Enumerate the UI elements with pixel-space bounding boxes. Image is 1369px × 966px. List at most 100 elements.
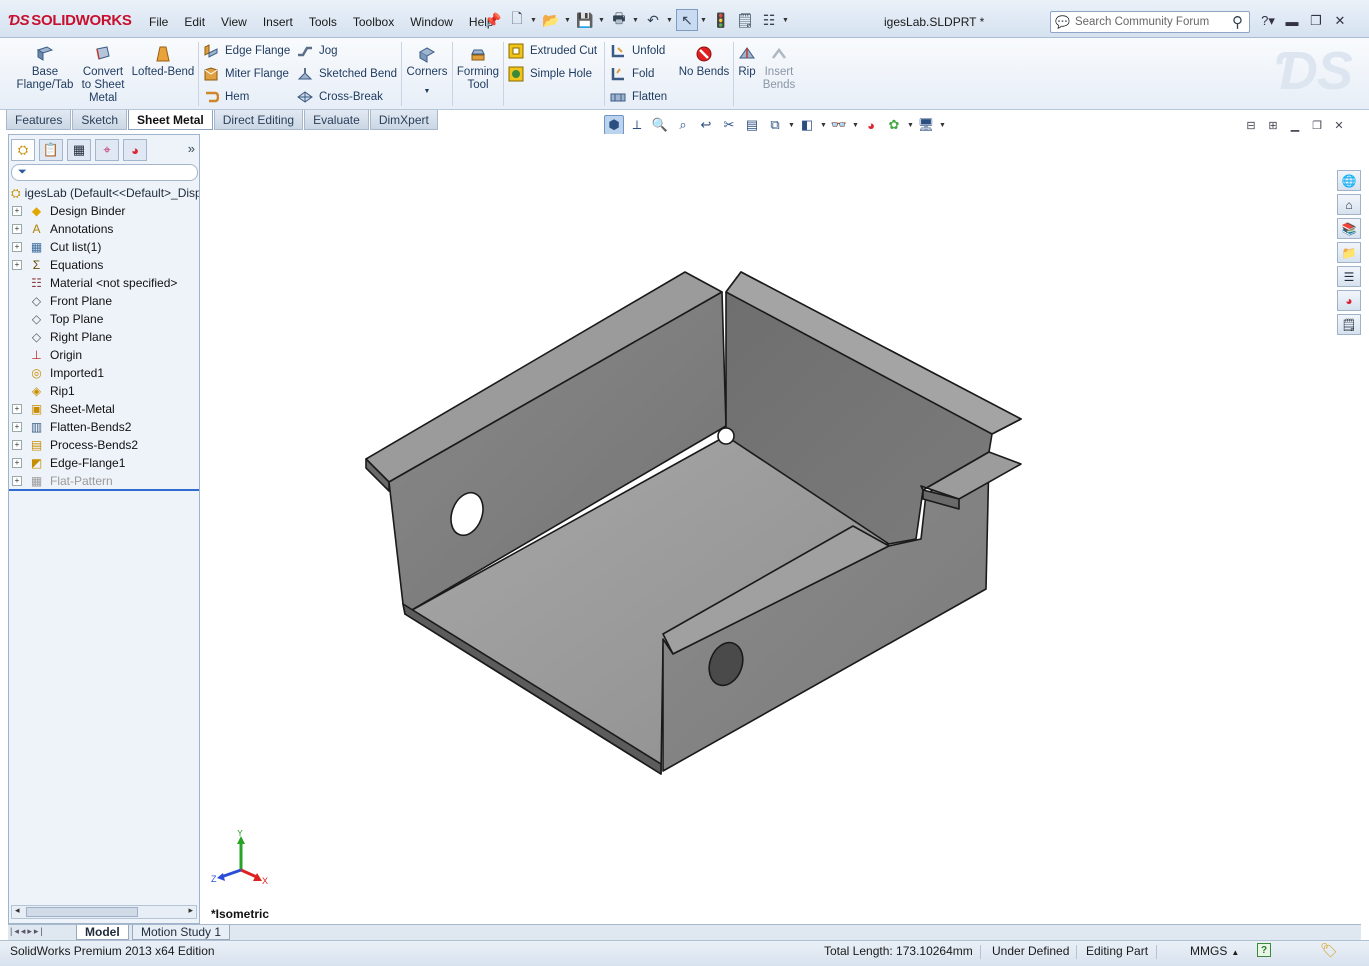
open-folder-icon[interactable]: 📂 bbox=[540, 9, 562, 31]
expand-toggle-icon[interactable]: + bbox=[12, 458, 22, 468]
tab-evaluate[interactable]: Evaluate bbox=[304, 110, 369, 130]
normal-to-icon[interactable]: ⟂ bbox=[627, 115, 647, 135]
minimize-button[interactable]: ▬ bbox=[1282, 12, 1302, 30]
tags-icon[interactable]: 🏷 bbox=[1320, 942, 1338, 959]
restore-button[interactable]: ❐ bbox=[1306, 12, 1326, 30]
tab-motion-study-1[interactable]: Motion Study 1 bbox=[132, 925, 231, 940]
dynamic-annotation-icon[interactable]: ▤ bbox=[742, 115, 762, 135]
dimxpert-manager-tab-icon[interactable]: ⌖ bbox=[95, 139, 119, 161]
select-dropdown-arrow[interactable]: ▼ bbox=[700, 17, 708, 24]
options-dropdown-arrow[interactable]: ▼ bbox=[782, 17, 790, 24]
tree-horizontal-scrollbar[interactable]: ◂ ▸ bbox=[11, 905, 197, 919]
custom-properties-icon[interactable]: 🗒 bbox=[1337, 314, 1361, 335]
miter-flange-button[interactable]: Miter Flange bbox=[203, 65, 289, 83]
options-icon[interactable]: ☷ bbox=[758, 9, 780, 31]
menu-edit[interactable]: Edit bbox=[176, 13, 213, 31]
print-icon[interactable]: 🖶 bbox=[608, 9, 630, 31]
viewport-split-1-icon[interactable]: ⊟ bbox=[1243, 118, 1259, 132]
menu-toolbox[interactable]: Toolbox bbox=[345, 13, 402, 31]
graphics-area[interactable]: Y X Z *Isometric bbox=[201, 134, 1335, 924]
apply-scene-dropdown[interactable]: ▼ bbox=[907, 122, 914, 129]
unfold-button[interactable]: Unfold bbox=[610, 42, 665, 60]
view-settings-icon[interactable]: 🖥 bbox=[916, 115, 936, 135]
expand-toggle-icon[interactable]: + bbox=[12, 476, 22, 486]
zoom-to-area-icon[interactable]: ⌕ bbox=[673, 115, 693, 135]
menu-tools[interactable]: Tools bbox=[301, 13, 345, 31]
tree-item-sheet-metal[interactable]: + ▣ Sheet-Metal bbox=[9, 400, 199, 418]
rebuild-traffic-light-icon[interactable]: 🚦 bbox=[710, 9, 732, 31]
quick-tips-help-icon[interactable]: ? bbox=[1257, 943, 1271, 957]
save-icon[interactable]: 💾 bbox=[574, 9, 596, 31]
tree-item-origin[interactable]: ⊥ Origin bbox=[9, 346, 199, 364]
file-explorer-icon[interactable]: 📁 bbox=[1337, 242, 1361, 263]
forming-tool-button[interactable]: Forming Tool bbox=[455, 44, 501, 92]
cross-break-button[interactable]: Cross-Break bbox=[297, 88, 383, 106]
jog-button[interactable]: Jog bbox=[297, 42, 338, 60]
doc-restore-button[interactable]: ❐ bbox=[1309, 118, 1325, 132]
print-dropdown-arrow[interactable]: ▼ bbox=[632, 17, 640, 24]
menu-window[interactable]: Window bbox=[402, 13, 461, 31]
search-icon[interactable]: ⚲ bbox=[1232, 13, 1243, 31]
display-style-icon[interactable]: ◧ bbox=[797, 115, 817, 135]
view-settings-dropdown[interactable]: ▼ bbox=[939, 122, 946, 129]
tree-item-cut-list-1[interactable]: + ▦ Cut list(1) bbox=[9, 238, 199, 256]
sketched-bend-button[interactable]: Sketched Bend bbox=[297, 65, 397, 83]
home-icon[interactable]: ⌂ bbox=[1337, 194, 1361, 215]
hide-show-dropdown[interactable]: ▼ bbox=[852, 122, 859, 129]
corners-dropdown-arrow[interactable]: ▼ bbox=[404, 85, 450, 98]
view-orientation-dropdown[interactable]: ▼ bbox=[788, 122, 795, 129]
help-icon[interactable]: ?▾ bbox=[1258, 12, 1278, 30]
scroll-right-arrow[interactable]: ▸ bbox=[188, 905, 193, 916]
tab-sheet-metal[interactable]: Sheet Metal bbox=[128, 110, 213, 130]
solidworks-logo[interactable]: ƊS SOLIDWORKS bbox=[8, 12, 132, 29]
tree-item-edge-flange1[interactable]: + ◩ Edge-Flange1 bbox=[9, 454, 199, 472]
undo-icon[interactable]: ↶ bbox=[642, 9, 664, 31]
select-cursor-icon[interactable]: ↖ bbox=[676, 9, 698, 31]
open-dropdown-arrow[interactable]: ▼ bbox=[564, 17, 572, 24]
feature-manager-tab-icon[interactable]: ⛭ bbox=[11, 139, 35, 161]
tree-item-process-bends2[interactable]: + ▤ Process-Bends2 bbox=[9, 436, 199, 454]
menu-insert[interactable]: Insert bbox=[255, 13, 301, 31]
extruded-cut-button[interactable]: Extruded Cut bbox=[508, 42, 597, 60]
tree-root-part[interactable]: ⛭ igesLab (Default<<Default>_Display Sta… bbox=[9, 184, 199, 202]
search-community-input[interactable]: 💬 Search Community Forum ⚲ bbox=[1050, 11, 1250, 33]
tree-item-material-not-specified[interactable]: ☷ Material <not specified> bbox=[9, 274, 199, 292]
no-bends-button[interactable]: No Bends bbox=[678, 44, 730, 79]
edge-flange-button[interactable]: Edge Flange bbox=[203, 42, 290, 60]
units-selector[interactable]: MMGS ▲ bbox=[1190, 944, 1239, 958]
base-flange-tab-button[interactable]: Base Flange/Tab bbox=[14, 44, 76, 92]
view-orientation-icon[interactable]: ⧉ bbox=[765, 115, 785, 135]
simple-hole-button[interactable]: Simple Hole bbox=[508, 65, 592, 83]
expand-panel-icon[interactable]: » bbox=[188, 141, 195, 156]
convert-to-sheet-metal-button[interactable]: Convert to Sheet Metal bbox=[78, 44, 128, 105]
zoom-to-fit-icon[interactable]: 🔍 bbox=[650, 115, 670, 135]
undo-dropdown-arrow[interactable]: ▼ bbox=[666, 17, 674, 24]
section-view-icon[interactable]: ✂ bbox=[719, 115, 739, 135]
expand-toggle-icon[interactable]: + bbox=[12, 206, 22, 216]
lofted-bend-button[interactable]: Lofted-Bend bbox=[130, 44, 196, 79]
expand-toggle-icon[interactable]: + bbox=[12, 242, 22, 252]
tree-filter-input[interactable]: ⏷ bbox=[11, 164, 198, 181]
hem-button[interactable]: Hem bbox=[203, 88, 249, 106]
pin-icon[interactable]: 📌 bbox=[482, 9, 504, 31]
edit-appearance-icon[interactable]: ◕ bbox=[861, 115, 881, 135]
close-button[interactable]: ✕ bbox=[1330, 12, 1350, 30]
tab-model[interactable]: Model bbox=[76, 925, 129, 940]
appearances-icon[interactable]: ◕ bbox=[1337, 290, 1361, 311]
tree-item-design-binder[interactable]: + ◆ Design Binder bbox=[9, 202, 199, 220]
expand-toggle-icon[interactable]: + bbox=[12, 422, 22, 432]
doc-minimize-button[interactable]: ▁ bbox=[1287, 118, 1303, 132]
new-dropdown-arrow[interactable]: ▼ bbox=[530, 17, 538, 24]
previous-view-icon[interactable]: ↩ bbox=[696, 115, 716, 135]
new-document-icon[interactable]: 🗋 bbox=[506, 9, 528, 31]
expand-toggle-icon[interactable]: + bbox=[12, 224, 22, 234]
hide-show-items-icon[interactable]: 👓 bbox=[829, 115, 849, 135]
tree-item-rip1[interactable]: ◈ Rip1 bbox=[9, 382, 199, 400]
tab-sketch[interactable]: Sketch bbox=[72, 110, 128, 130]
scroll-left-arrow[interactable]: ◂ bbox=[15, 905, 20, 916]
menu-view[interactable]: View bbox=[213, 13, 255, 31]
viewport-split-2-icon[interactable]: ⊞ bbox=[1265, 118, 1281, 132]
display-style-dropdown[interactable]: ▼ bbox=[820, 122, 827, 129]
tree-item-annotations[interactable]: + A Annotations bbox=[9, 220, 199, 238]
tree-item-front-plane[interactable]: ◇ Front Plane bbox=[9, 292, 199, 310]
